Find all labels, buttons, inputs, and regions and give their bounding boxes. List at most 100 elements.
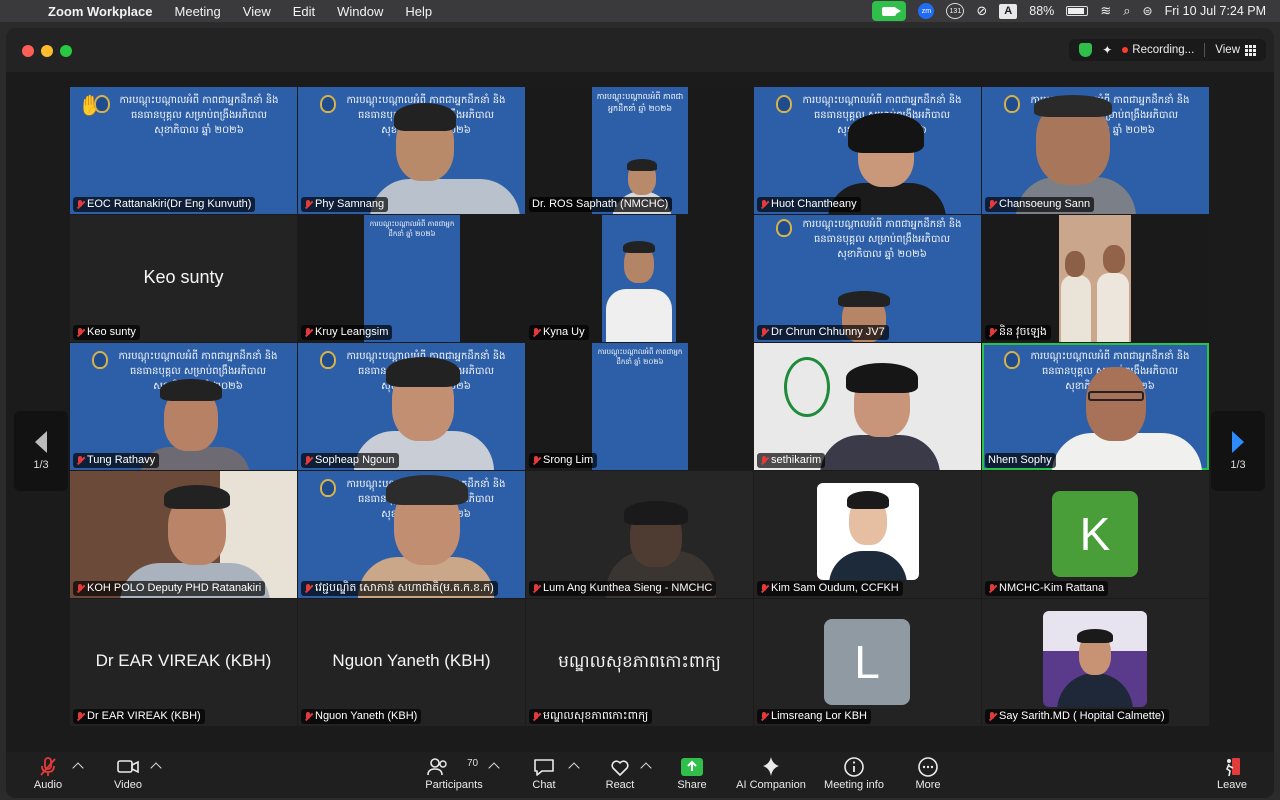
- heart-icon: [611, 760, 629, 776]
- menu-edit[interactable]: Edit: [293, 4, 315, 19]
- camera-in-use-icon[interactable]: [872, 1, 907, 21]
- participant-video: [1059, 215, 1131, 342]
- participant-name: Dr. ROS Saphath (NMCHC): [532, 198, 669, 210]
- zoom-status-icon[interactable]: zm: [918, 3, 935, 19]
- recording-indicator[interactable]: Recording...: [1122, 44, 1194, 56]
- mic-muted-icon: [988, 583, 997, 594]
- ai-companion-label: AI Companion: [736, 779, 806, 791]
- video-tile[interactable]: KOH POLO Deputy PHD Ratanakiri: [70, 471, 297, 598]
- notification-badge-icon[interactable]: 131: [946, 3, 965, 19]
- participants-count: 70: [467, 758, 479, 769]
- video-button[interactable]: Video: [90, 752, 166, 798]
- spotlight-search-icon[interactable]: ⌕: [1123, 3, 1130, 19]
- meeting-info-label: Meeting info: [824, 779, 884, 791]
- participant-name-tag: Kyna Uy: [529, 325, 589, 340]
- more-dots-icon: [918, 757, 938, 777]
- view-label: View: [1215, 44, 1240, 56]
- participant-display-name: Nguon Yaneth (KBH): [332, 651, 491, 670]
- video-tile[interactable]: L Limsreang Lor KBH: [754, 599, 981, 726]
- video-tile[interactable]: Nguon Yaneth (KBH) Nguon Yaneth (KBH): [298, 599, 525, 726]
- video-tile[interactable]: ការបណ្តុះបណ្តាលអំពី ភាពជាអ្នកដឹកនាំ និងធ…: [298, 87, 525, 214]
- participant-name: Dr Chrun Chhunny JV7: [771, 326, 885, 338]
- video-tile[interactable]: ការបណ្តុះបណ្តាលអំពី ភាពជាអ្នកដឹកនាំ ឆ្នា…: [526, 343, 753, 470]
- video-tile[interactable]: Say Sarith.MD ( Hopital Calmette): [982, 599, 1209, 726]
- video-tile[interactable]: K NMCHC-Kim Rattana: [982, 471, 1209, 598]
- video-tile[interactable]: ការបណ្តុះបណ្តាលអំពី ភាពជាអ្នកដឹកនាំ និងធ…: [298, 343, 525, 470]
- participant-name: Tung Rathavy: [87, 454, 156, 466]
- banner-text: ការបណ្តុះបណ្តាលអំពី ភាពជាអ្នកដឹកនាំ ឆ្នា…: [596, 92, 684, 113]
- mic-muted-icon: [760, 455, 769, 466]
- status-icon[interactable]: ⊘: [976, 3, 987, 19]
- video-tile[interactable]: មណ្ឌលសុខភាពកោះពាក្យ មណ្ឌលសុខភាពកោះពាក្យ: [526, 599, 753, 726]
- participants-button[interactable]: 70 Participants: [414, 752, 494, 798]
- chat-label: Chat: [532, 779, 556, 791]
- mic-muted-icon: [532, 327, 541, 338]
- video-tile[interactable]: Keo sunty Keo sunty: [70, 215, 297, 342]
- view-button[interactable]: View: [1215, 44, 1256, 56]
- participant-name-tag: Say Sarith.MD ( Hopital Calmette): [985, 709, 1169, 724]
- participant-name: EOC Rattanakiri(Dr Eng Kunvuth): [87, 198, 252, 210]
- menu-view[interactable]: View: [243, 4, 271, 19]
- participant-name: Chansoeung Sann: [999, 198, 1091, 210]
- wifi-icon[interactable]: ≋: [1100, 3, 1111, 19]
- participant-display-name: Dr EAR VIREAK (KBH): [95, 651, 272, 670]
- video-tile[interactable]: Kyna Uy: [526, 215, 753, 342]
- ai-sparkle-icon[interactable]: ✦: [1102, 43, 1112, 57]
- menu-meeting[interactable]: Meeting: [175, 4, 221, 19]
- share-button[interactable]: Share: [654, 752, 730, 798]
- video-tile[interactable]: ការបណ្តុះបណ្តាលអំពី ភាពជាអ្នកដឹកនាំ និងធ…: [982, 87, 1209, 214]
- video-tile[interactable]: និន វុចឡេង: [982, 215, 1209, 342]
- menu-window[interactable]: Window: [337, 4, 383, 19]
- audio-button[interactable]: Audio: [10, 752, 86, 798]
- battery-icon[interactable]: [1066, 6, 1089, 16]
- participant-video: ការបណ្តុះបណ្តាលអំពី ភាពជាអ្នកដឹកនាំ ឆ្នា…: [364, 215, 460, 342]
- video-tile[interactable]: ការបណ្តុះបណ្តាលអំពី ភាពជាអ្នកដឹកនាំ និងធ…: [70, 343, 297, 470]
- prev-page-button[interactable]: 1/3: [14, 411, 68, 491]
- security-shield-icon[interactable]: [1079, 43, 1093, 57]
- react-button[interactable]: React: [582, 752, 658, 798]
- video-tile[interactable]: ការបណ្តុះបណ្តាលអំពី ភាពជាអ្នកដឹកនាំ ឆ្នា…: [298, 215, 525, 342]
- more-button[interactable]: More: [890, 752, 966, 798]
- participant-name: Dr EAR VIREAK (KBH): [87, 710, 201, 722]
- mic-muted-icon: [76, 199, 85, 210]
- menu-app-name[interactable]: Zoom Workplace: [48, 4, 153, 19]
- next-page-button[interactable]: 1/3: [1211, 411, 1265, 491]
- menu-help[interactable]: Help: [405, 4, 432, 19]
- mic-muted-icon: [76, 711, 85, 722]
- leave-button[interactable]: Leave: [1194, 752, 1270, 798]
- meeting-info-button[interactable]: Meeting info: [816, 752, 892, 798]
- chevron-left-icon: [35, 431, 47, 453]
- video-tile[interactable]: ការបណ្តុះបណ្តាលអំពី ភាពជាអ្នកដឹកនាំ និងធ…: [298, 471, 525, 598]
- close-window-button[interactable]: [22, 45, 34, 57]
- video-tile[interactable]: ការបណ្តុះបណ្តាលអំពី ភាពជាអ្នកដឹកនាំ ឆ្នា…: [526, 87, 753, 214]
- chat-button[interactable]: Chat: [506, 752, 582, 798]
- zoom-window-button[interactable]: [60, 45, 72, 57]
- participant-display-name: មណ្ឌលសុខភាពកោះពាក្យ: [558, 652, 721, 672]
- menubar-clock[interactable]: Fri 10 Jul 7:24 PM: [1165, 4, 1266, 18]
- participant-name-tag: Nguon Yaneth (KBH): [301, 709, 422, 724]
- participant-name-tag: Dr EAR VIREAK (KBH): [73, 709, 205, 724]
- participant-display-name: Keo sunty: [143, 267, 224, 287]
- participant-name-tag: Keo sunty: [73, 325, 140, 340]
- video-tile[interactable]: Dr EAR VIREAK (KBH) Dr EAR VIREAK (KBH): [70, 599, 297, 726]
- participant-name-tag: sethikarim: [757, 453, 826, 468]
- mic-muted-icon: [304, 455, 313, 466]
- microphone-muted-icon: [40, 757, 56, 776]
- video-tile[interactable]: sethikarim: [754, 343, 981, 470]
- participant-name: Limsreang Lor KBH: [771, 710, 867, 722]
- video-tile[interactable]: Kim Sam Oudum, CCFKH: [754, 471, 981, 598]
- minimize-window-button[interactable]: [41, 45, 53, 57]
- control-center-icon[interactable]: ⊜: [1143, 4, 1153, 18]
- participant-name: Phy Samnang: [315, 198, 385, 210]
- mic-muted-icon: [304, 199, 313, 210]
- ai-companion-button[interactable]: AI Companion: [730, 752, 812, 798]
- video-tile[interactable]: Lum Ang Kunthea Sieng - NMCHC: [526, 471, 753, 598]
- video-tile-active-speaker[interactable]: ការបណ្តុះបណ្តាលអំពី ភាពជាអ្នកដឹកនាំ និងធ…: [982, 343, 1209, 470]
- video-tile[interactable]: ការបណ្តុះបណ្តាលអំពី ភាពជាអ្នកដឹកនាំ និងធ…: [754, 87, 981, 214]
- participant-video: [70, 471, 297, 598]
- video-tile[interactable]: ✋ ការបណ្តុះបណ្តាលអំពី ភាពជាអ្នកដឹកនាំ និ…: [70, 87, 297, 214]
- video-gallery: 1/3 1/3 ✋ ការបណ្តុះបណ្តាលអំពី ភាពជាអ្នកដ…: [6, 72, 1274, 752]
- participant-name-tag: EOC Rattanakiri(Dr Eng Kunvuth): [73, 197, 256, 212]
- video-tile[interactable]: ការបណ្តុះបណ្តាលអំពី ភាពជាអ្នកដឹកនាំ និងធ…: [754, 215, 981, 342]
- input-source-icon[interactable]: A: [999, 3, 1018, 19]
